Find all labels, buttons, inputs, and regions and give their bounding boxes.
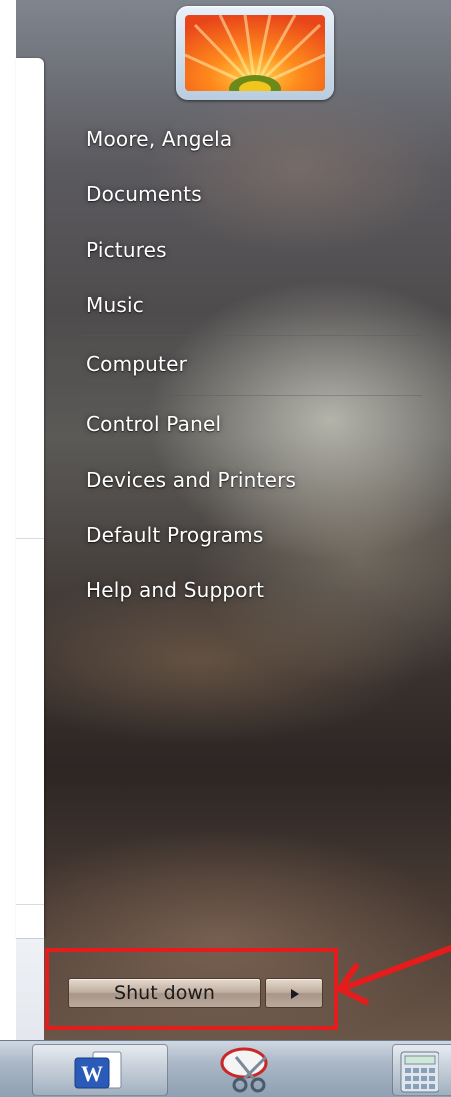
documents-link[interactable]: Documents [86,182,202,206]
program-list-divider [16,904,44,905]
start-menu-right-pane [0,0,451,1040]
left-background [0,0,16,1040]
menu-separator [82,395,422,396]
word-icon: W [74,1051,122,1089]
word-icon-letter: W [81,1061,103,1086]
snipping-tool-icon [220,1047,268,1093]
start-menu-screenshot: Moore, Angela Documents Pictures Music C… [0,0,451,1097]
control-panel-link[interactable]: Control Panel [86,412,221,436]
flower-user-picture-icon [185,15,325,91]
user-name-link[interactable]: Moore, Angela [86,127,232,151]
program-list-pane[interactable] [16,58,44,938]
calculator-icon [400,1051,439,1093]
menu-separator [82,335,422,336]
highlight-box [45,948,338,1030]
pictures-link[interactable]: Pictures [86,238,167,262]
devices-and-printers-link[interactable]: Devices and Printers [86,468,296,492]
music-link[interactable]: Music [86,293,144,317]
taskbar-snipping-tool-button[interactable] [174,1044,386,1096]
search-area [16,938,44,1040]
taskbar-calculator-button[interactable] [392,1044,451,1096]
help-and-support-link[interactable]: Help and Support [86,578,264,602]
red-arrow-icon [337,945,451,1005]
default-programs-link[interactable]: Default Programs [86,523,263,547]
taskbar-word-button[interactable]: W [32,1044,168,1096]
computer-link[interactable]: Computer [86,352,187,376]
program-list-divider [16,538,44,539]
user-picture-frame[interactable] [176,6,334,100]
taskbar: W [0,1040,451,1097]
